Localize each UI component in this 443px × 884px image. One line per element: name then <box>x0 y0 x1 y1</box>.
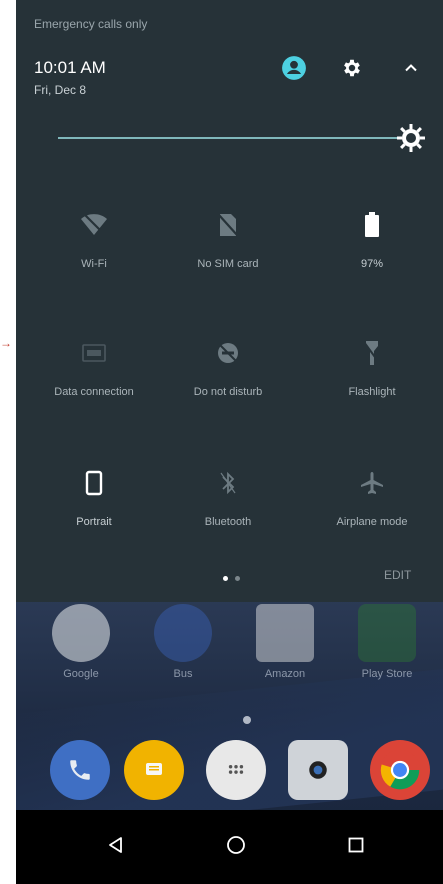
app-label: Play Store <box>361 668 413 680</box>
tile-do-not-disturb[interactable]: Do not disturb <box>168 336 288 426</box>
app-amazon[interactable]: Amazon <box>240 604 330 680</box>
app-label: Google <box>63 668 99 680</box>
phone-icon[interactable] <box>50 740 110 800</box>
tile-battery[interactable]: 97% <box>312 208 432 298</box>
tile-data-connection[interactable]: Data connection <box>34 336 154 426</box>
tile-airplane-mode[interactable]: Airplane mode <box>312 466 432 556</box>
date[interactable]: Fri, Dec 8 <box>34 83 86 97</box>
home-icon[interactable] <box>216 830 256 860</box>
dock <box>16 740 443 810</box>
recents-icon[interactable] <box>336 830 376 860</box>
edit-button[interactable]: EDIT <box>384 568 411 582</box>
chrome-icon[interactable] <box>370 740 430 800</box>
app-label: Amazon <box>264 668 306 680</box>
messages-icon[interactable] <box>124 740 184 800</box>
tile-bluetooth[interactable]: Bluetooth <box>168 466 288 556</box>
tile-label: Do not disturb <box>193 386 263 398</box>
tile-label: Flashlight <box>348 386 396 398</box>
google-icon <box>52 604 110 662</box>
tile-label: Wi-Fi <box>81 258 107 270</box>
flashlight-icon <box>312 336 432 370</box>
tile-flashlight[interactable]: Flashlight <box>312 336 432 426</box>
page-dot-active <box>223 576 228 581</box>
wifi-off-icon <box>34 208 154 242</box>
account-icon[interactable] <box>278 52 310 84</box>
tile-label: 97% <box>360 258 384 270</box>
amazon-icon <box>256 604 314 662</box>
tile-wifi[interactable]: Wi-Fi <box>34 208 154 298</box>
collapse-chevron-icon[interactable] <box>395 52 427 84</box>
settings-icon[interactable] <box>336 52 368 84</box>
tile-label: Data connection <box>54 386 134 398</box>
tile-portrait[interactable]: Portrait <box>34 466 154 556</box>
app-drawer-icon[interactable] <box>206 740 266 800</box>
airplane-icon <box>312 466 432 500</box>
no-sim-icon <box>168 208 288 242</box>
camera-icon[interactable] <box>288 740 348 800</box>
do-not-disturb-icon <box>168 336 288 370</box>
navigation-bar <box>16 810 443 884</box>
bus-icon <box>154 604 212 662</box>
battery-icon <box>312 208 432 242</box>
tile-no-sim[interactable]: No SIM card <box>168 208 288 298</box>
app-play-store[interactable]: Play Store <box>342 604 432 680</box>
annotation-arrow-icon: → <box>0 336 12 350</box>
tile-label: No SIM card <box>197 258 259 270</box>
tile-label: Airplane mode <box>336 516 408 528</box>
app-google[interactable]: Google <box>36 604 126 680</box>
app-bus[interactable]: Bus <box>138 604 228 680</box>
home-screen: Google Bus Amazon Play Store <box>16 600 443 884</box>
play-store-icon <box>358 604 416 662</box>
left-margin <box>0 0 16 884</box>
screen: → Google Bus Amazon Play Store Emergency… <box>0 0 443 884</box>
app-label: Bus <box>173 668 193 680</box>
tile-label: Bluetooth <box>204 516 252 528</box>
page-dot <box>235 576 240 581</box>
status-bar-text: Emergency calls only <box>34 17 148 31</box>
bluetooth-icon <box>168 466 288 500</box>
tile-label: Portrait <box>76 516 112 528</box>
quick-settings-panel: Emergency calls only 10:01 AM Fri, Dec 8 <box>16 0 443 602</box>
back-icon[interactable] <box>96 830 136 860</box>
clock[interactable]: 10:01 AM <box>34 58 106 78</box>
brightness-icon[interactable] <box>394 121 428 155</box>
portrait-icon <box>34 466 154 500</box>
app-row: Google Bus Amazon Play Store <box>16 600 443 690</box>
page-indicator <box>219 576 243 582</box>
data-connection-icon <box>34 336 154 370</box>
home-page-indicator <box>243 716 251 724</box>
brightness-slider[interactable] <box>58 137 398 139</box>
